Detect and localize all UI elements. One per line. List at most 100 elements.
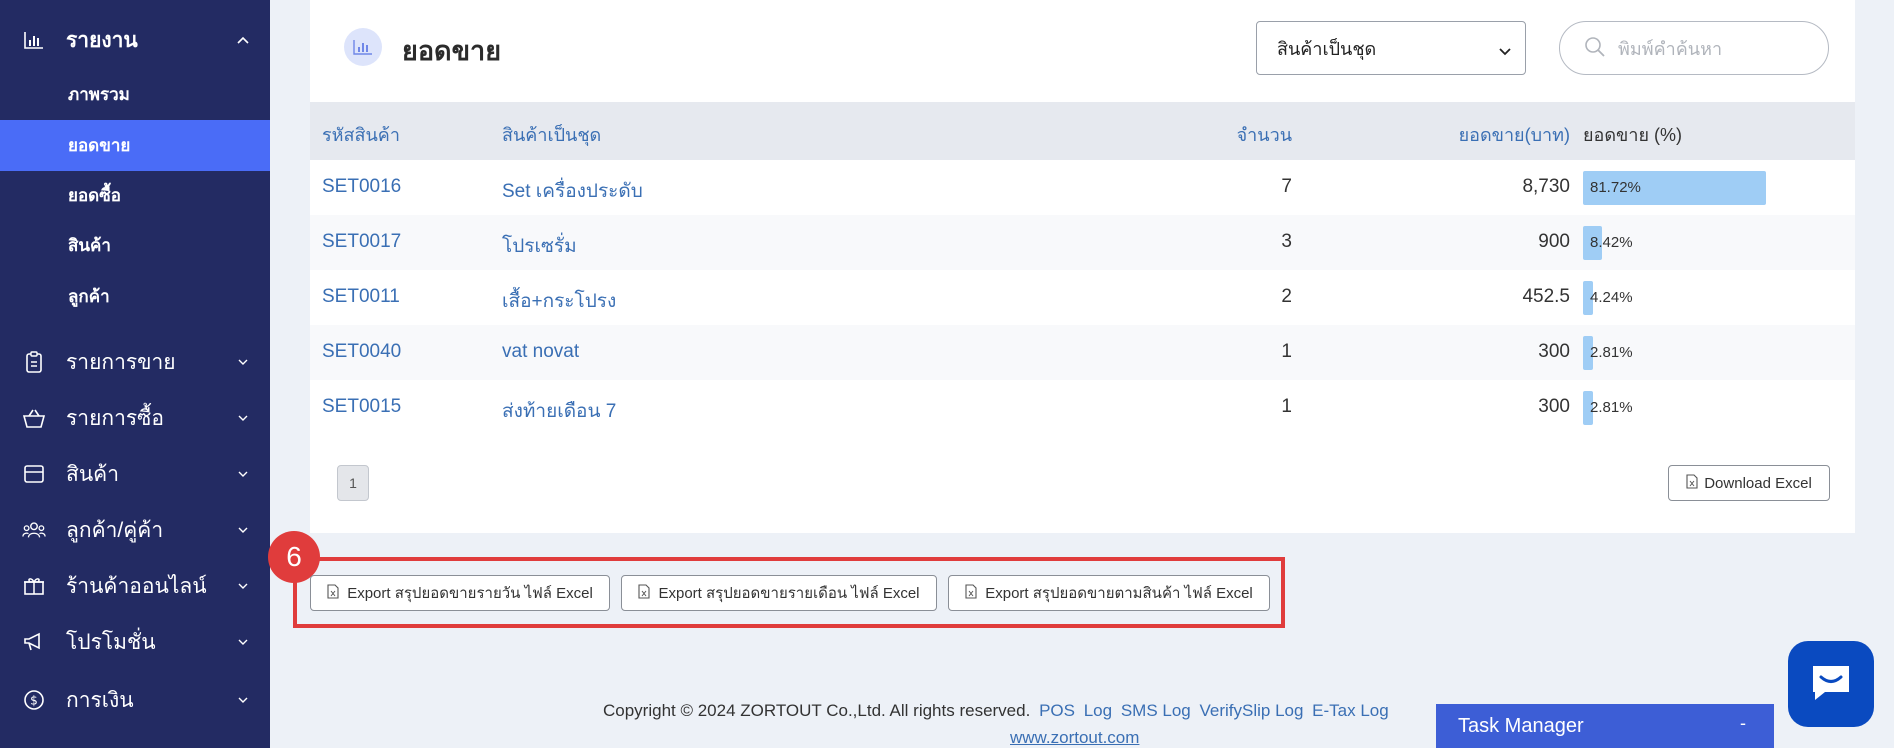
column-header-name[interactable]: สินค้าเป็นชุด (502, 120, 601, 149)
product-code: SET0017 (322, 231, 402, 252)
sidebar-subitem-overview[interactable]: ภาพรวม (0, 69, 270, 120)
footer-link-sms-log[interactable]: SMS Log (1121, 701, 1191, 720)
product-name: โปรเซรั่ม (502, 236, 577, 257)
sidebar-item-label: การเงิน (66, 688, 134, 712)
chevron-down-icon (236, 411, 250, 425)
column-header-qty[interactable]: จำนวน (1210, 120, 1292, 149)
chevron-down-icon (236, 523, 250, 537)
sidebar-item-online-store[interactable]: ร้านค้าออนไลน์ (0, 558, 270, 614)
product-type-select[interactable]: สินค้าเป็นชุด (1256, 21, 1526, 75)
chart-icon (22, 28, 46, 52)
search-box[interactable] (1559, 21, 1829, 75)
sidebar-item-label: ลูกค้า/คู่ค้า (66, 518, 164, 542)
export-daily-excel-button[interactable]: Export สรุปยอดขายรายวัน ไฟล์ Excel (310, 575, 610, 611)
product-name: ส่งท้ายเดือน 7 (502, 401, 617, 422)
product-name: vat novat (502, 341, 580, 362)
sidebar-item-products[interactable]: สินค้า (0, 446, 270, 502)
chat-button[interactable] (1788, 641, 1874, 727)
download-excel-label: Download Excel (1704, 474, 1812, 492)
export-by-product-excel-button[interactable]: Export สรุปยอดขายตามสินค้า ไฟล์ Excel (948, 575, 1270, 611)
product-code: SET0015 (322, 396, 402, 417)
sidebar-item-sales-orders[interactable]: รายการขาย (0, 334, 270, 390)
chevron-down-icon (236, 635, 250, 649)
clipboard-icon (22, 350, 46, 374)
sidebar-item-report[interactable]: รายงาน (0, 14, 270, 66)
percent-label: 4.24% (1590, 289, 1633, 306)
product-code: SET0016 (322, 176, 402, 197)
chevron-up-icon (236, 33, 250, 47)
copyright-text: Copyright © 2024 ZORTOUT Co.,Ltd. All ri… (603, 701, 1031, 720)
percent-label: 2.81% (1590, 399, 1633, 416)
footer-link-etax-log[interactable]: E-Tax Log (1312, 701, 1389, 720)
sidebar-subitem-customers[interactable]: ลูกค้า (0, 271, 270, 322)
export-monthly-excel-button[interactable]: Export สรุปยอดขายรายเดือน ไฟล์ Excel (621, 575, 937, 611)
excel-file-icon (638, 583, 651, 603)
product-amount: 900 (1538, 231, 1570, 252)
table-row: SET0040 vat novat 1 300 2.81% (310, 325, 1855, 380)
table-header: รหัสสินค้า สินค้าเป็นชุด จำนวน ยอดขาย(บา… (310, 102, 1855, 160)
sidebar-subitem-products[interactable]: สินค้า (0, 220, 270, 271)
sidebar-item-contacts[interactable]: ลูกค้า/คู่ค้า (0, 502, 270, 558)
footer-website-link[interactable]: www.zortout.com (1010, 728, 1139, 748)
chat-icon (1809, 662, 1853, 707)
product-qty: 3 (1281, 231, 1292, 252)
percent-label: 81.72% (1590, 179, 1641, 196)
product-amount: 8,730 (1522, 176, 1570, 197)
product-name: เสื้อ+กระโปรง (502, 291, 617, 312)
chevron-down-icon (1499, 40, 1511, 61)
column-header-amount[interactable]: ยอดขาย(บาท) (1370, 120, 1570, 149)
sales-report-card: ยอดขาย สินค้าเป็นชุด รหัสสินค้า สินค้าเป… (310, 0, 1855, 533)
product-code: SET0040 (322, 341, 402, 362)
dollar-icon: $ (22, 688, 46, 712)
sidebar-item-label: รายงาน (66, 28, 138, 52)
search-icon (1584, 36, 1606, 63)
percent-label: 2.81% (1590, 344, 1633, 361)
page-title: ยอดขาย (402, 36, 502, 66)
product-amount: 300 (1538, 341, 1570, 362)
download-excel-button[interactable]: Download Excel (1668, 465, 1830, 501)
footer-link-pos[interactable]: POS (1039, 701, 1075, 720)
product-amount: 452.5 (1522, 286, 1570, 307)
sidebar: รายงาน ภาพรวม ยอดขาย ยอดซื้อ สินค้า ลูกค… (0, 0, 270, 748)
footer: Copyright © 2024 ZORTOUT Co.,Ltd. All ri… (603, 701, 1389, 721)
table-row: SET0016 Set เครื่องประดับ 7 8,730 81.72% (310, 160, 1855, 215)
svg-text:$: $ (30, 694, 38, 708)
footer-link-log[interactable]: Log (1084, 701, 1112, 720)
task-manager-title: Task Manager (1458, 714, 1584, 737)
table-row: SET0017 โปรเซรั่ม 3 900 8.42% (310, 215, 1855, 270)
sidebar-subitem-purchases[interactable]: ยอดซื้อ (0, 170, 270, 221)
product-amount: 300 (1538, 396, 1570, 417)
chevron-down-icon (236, 467, 250, 481)
product-qty: 1 (1281, 396, 1292, 417)
chevron-down-icon (236, 693, 250, 707)
column-header-percent: ยอดขาย (%) (1583, 125, 1682, 145)
users-icon (22, 518, 46, 542)
sidebar-item-label: รายการขาย (66, 350, 176, 374)
product-qty: 7 (1281, 176, 1292, 197)
column-header-code[interactable]: รหัสสินค้า (322, 120, 400, 149)
excel-file-icon (1686, 473, 1698, 493)
sidebar-item-purchase-orders[interactable]: รายการซื้อ (0, 390, 270, 446)
chevron-down-icon (236, 355, 250, 369)
task-manager-panel[interactable]: Task Manager - (1436, 704, 1774, 748)
product-code: SET0011 (322, 286, 400, 307)
footer-link-verifyslip-log[interactable]: VerifySlip Log (1199, 701, 1303, 720)
chevron-down-icon (236, 579, 250, 593)
export-label: Export สรุปยอดขายรายเดือน ไฟล์ Excel (658, 585, 920, 602)
export-label: Export สรุปยอดขายรายวัน ไฟล์ Excel (347, 585, 593, 602)
export-label: Export สรุปยอดขายตามสินค้า ไฟล์ Excel (985, 585, 1253, 602)
table-row: SET0015 ส่งท้ายเดือน 7 1 300 2.81% (310, 380, 1855, 435)
sidebar-item-finance[interactable]: $ การเงิน (0, 672, 270, 728)
select-value: สินค้าเป็นชุด (1277, 38, 1377, 59)
pagination-page-1[interactable]: 1 (337, 465, 369, 501)
sidebar-item-label: โปรโมชั่น (66, 630, 156, 654)
megaphone-icon (22, 630, 46, 654)
gift-icon (22, 574, 46, 598)
product-qty: 2 (1281, 286, 1292, 307)
chart-icon (344, 28, 382, 66)
task-manager-minimize-button[interactable]: - (1740, 713, 1746, 734)
sidebar-subitem-sales[interactable]: ยอดขาย (0, 120, 270, 171)
sidebar-item-promotions[interactable]: โปรโมชั่น (0, 614, 270, 670)
search-input[interactable] (1618, 36, 1808, 62)
box-icon (22, 462, 46, 486)
